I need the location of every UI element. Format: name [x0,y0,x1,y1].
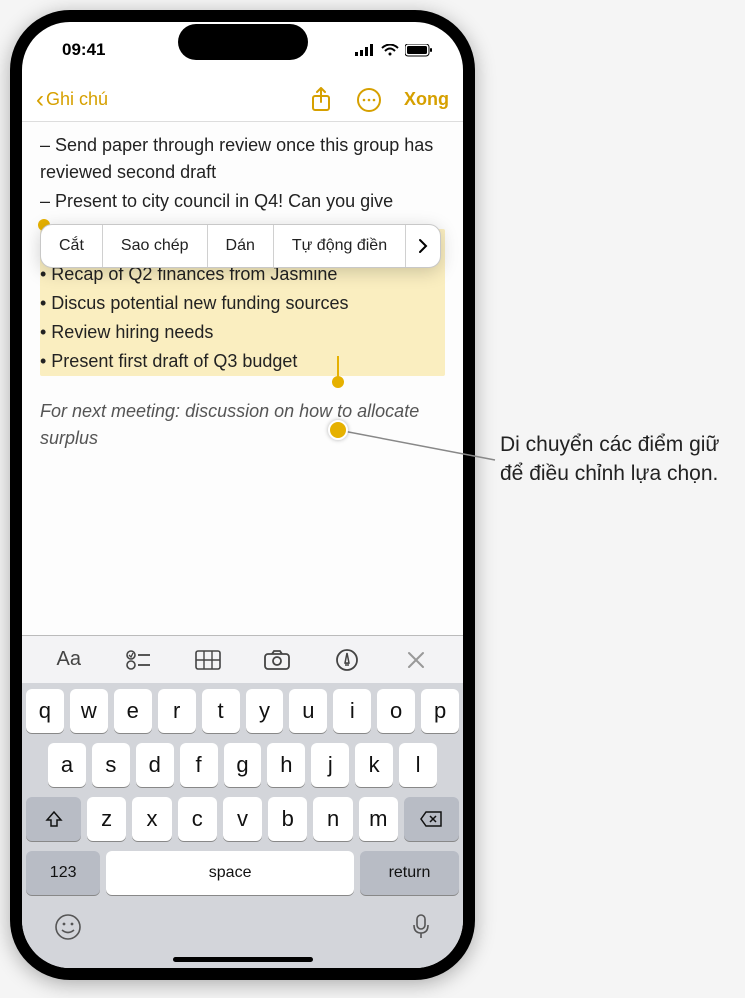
callout-text: Di chuyển các điểm giữ để điều chỉnh lựa… [500,430,730,489]
callout-dot [328,420,348,440]
edit-menu: Cắt Sao chép Dán Tự động điền [40,224,441,268]
menu-cut[interactable]: Cắt [41,225,103,267]
menu-more[interactable] [406,225,440,267]
menu-autofill[interactable]: Tự động điền [274,225,406,267]
notch [178,24,308,60]
menu-paste[interactable]: Dán [208,225,274,267]
menu-copy[interactable]: Sao chép [103,225,208,267]
